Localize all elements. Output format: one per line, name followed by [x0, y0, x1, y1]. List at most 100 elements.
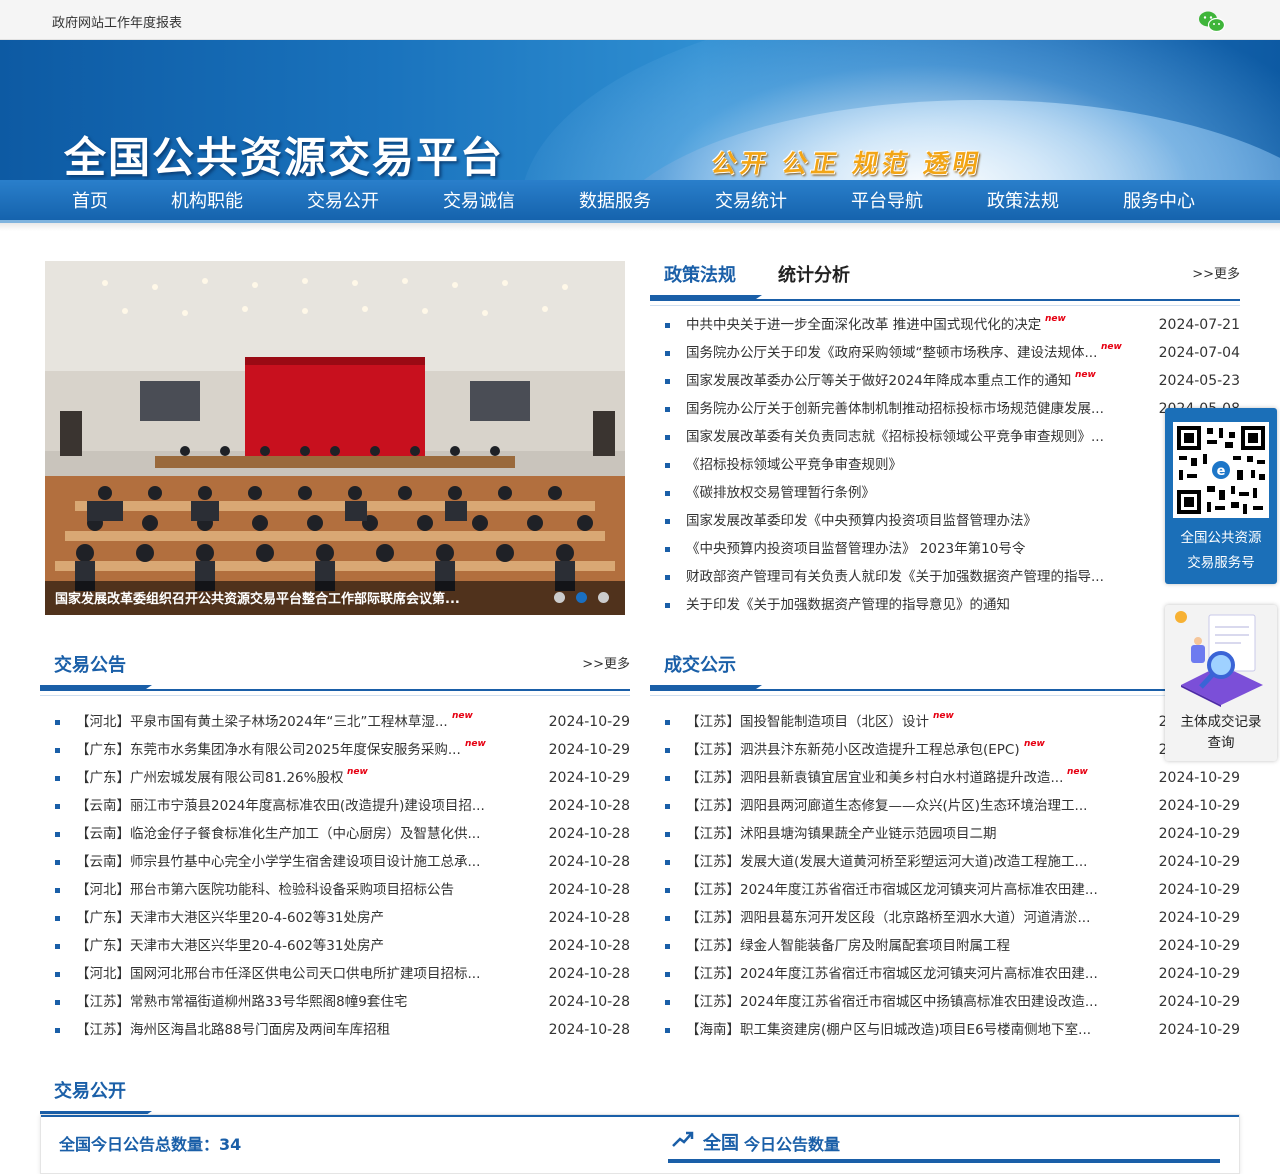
list-item-title[interactable]: 《招标投标领域公平竞争审查规则》 [686, 451, 902, 479]
list-item[interactable]: 国家发展改革委办公厅等关于做好2024年降成本重点工作的通知 new 2024-05… [665, 367, 1240, 395]
list-item-title[interactable]: 【江苏】海州区海昌北路88号门面房及两间车库招租 [76, 1016, 390, 1044]
annual-report-link[interactable]: 政府网站工作年度报表 [52, 12, 182, 31]
list-item-title[interactable]: 【云南】丽江市宁蒗县2024年度高标准农田(改造提升)建设项目招... [76, 792, 485, 820]
list-item-date: 2024-10-29 [1158, 798, 1240, 814]
bullet-icon [665, 407, 670, 412]
list-item[interactable]: 【云南】临沧金仔子餐食标准化生产加工（中心厨房）及智慧化供... 2024-10-… [55, 820, 630, 848]
list-item[interactable]: 国务院办公厅关于创新完善体制机制推动招标投标市场规范健康发展...2024-05… [665, 395, 1240, 423]
list-item[interactable]: 国家发展改革委印发《中央预算内投资项目监督管理办法》 [665, 507, 1240, 535]
nav-item-navigation[interactable]: 平台导航 [851, 180, 923, 223]
list-item-title[interactable]: 【广东】天津市大港区兴华里20-4-602等31处房产 [76, 904, 384, 932]
list-item[interactable]: 财政部资产管理司有关负责人就印发《关于加强数据资产管理的指导... [665, 563, 1240, 591]
list-item-title[interactable]: 国家发展改革委办公厅等关于做好2024年降成本重点工作的通知 [686, 367, 1071, 395]
list-item-title[interactable]: 【江苏】泗阳县两河廊道生态修复——众兴(片区)生态环境治理工... [686, 792, 1087, 820]
nav-item-home[interactable]: 首页 [72, 180, 108, 223]
float-record-panel[interactable]: 主体成交记录 查询 [1165, 605, 1277, 761]
list-item[interactable]: 【江苏】泗洪县汴东新苑小区改造提升工程总承包(EPC)new2024-10-29 [665, 736, 1240, 764]
list-item[interactable]: 【河北】邢台市第六医院功能科、检验科设备采购项目招标公告 2024-10-28 [55, 876, 630, 904]
list-item-title[interactable]: 【江苏】国投智能制造项目（北区）设计 [686, 708, 929, 736]
nav-item-trade-open[interactable]: 交易公开 [307, 180, 379, 223]
list-item[interactable]: 《招标投标领域公平竞争审查规则》 [665, 451, 1240, 479]
list-item-title[interactable]: 【海南】职工集资建房(棚户区与旧城改造)项目E6号楼南侧地下室... [686, 1016, 1091, 1044]
list-item-title[interactable]: 【江苏】发展大道(发展大道黄河桥至彩塑运河大道)改造工程施工... [686, 848, 1087, 876]
list-item[interactable]: 【广东】天津市大港区兴华里20-4-602等31处房产 2024-10-28 [55, 904, 630, 932]
list-item-title[interactable]: 【云南】临沧金仔子餐食标准化生产加工（中心厨房）及智慧化供... [76, 820, 480, 848]
list-item[interactable]: 【河北】国网河北邢台市任泽区供电公司天口供电所扩建项目招标... 2024-10-… [55, 960, 630, 988]
policy-more-link[interactable]: >>更多 [1192, 263, 1240, 282]
list-item-title[interactable]: 【江苏】常熟市常福街道柳州路33号华熙阁8幢9套住宅 [76, 988, 407, 1016]
notice-more-link[interactable]: >>更多 [582, 653, 630, 672]
scope-national[interactable]: 全国 [703, 1129, 739, 1155]
slider-dot-1[interactable] [554, 592, 565, 603]
list-item[interactable]: 《碳排放权交易管理暂行条例》 [665, 479, 1240, 507]
list-item[interactable]: 【江苏】2024年度江苏省宿迁市宿城区龙河镇夹河片高标准农田建... 2024-1… [665, 960, 1240, 988]
list-item[interactable]: 【江苏】泗阳县两河廊道生态修复——众兴(片区)生态环境治理工... 2024-10… [665, 792, 1240, 820]
list-item[interactable]: 【云南】师宗县竹基中心完全小学学生宿舍建设项目设计施工总承... 2024-10-… [55, 848, 630, 876]
list-item[interactable]: 关于印发《关于加强数据资产管理的指导意见》的通知 [665, 591, 1240, 619]
list-item[interactable]: 【江苏】沭阳县塘沟镇果蔬全产业链示范园项目二期 2024-10-29 [665, 820, 1240, 848]
list-item[interactable]: 国家发展改革委有关负责同志就《招标投标领域公平竞争审查规则》... [665, 423, 1240, 451]
list-item-title[interactable]: 【广东】天津市大港区兴华里20-4-602等31处房产 [76, 932, 384, 960]
wechat-icon[interactable] [1198, 10, 1226, 34]
nav-item-functions[interactable]: 机构职能 [171, 180, 243, 223]
list-item-title[interactable]: 国务院办公厅关于创新完善体制机制推动招标投标市场规范健康发展... [686, 395, 1104, 423]
news-slider[interactable]: 国家发展改革委组织召开公共资源交易平台整合工作部际联席会议第... [45, 261, 625, 615]
list-item[interactable]: 【海南】职工集资建房(棚户区与旧城改造)项目E6号楼南侧地下室... 2024-1… [665, 1016, 1240, 1044]
list-item[interactable]: 【广东】东莞市水务集团净水有限公司2025年度保安服务采购... new 2024-… [55, 736, 630, 764]
list-item-title[interactable]: 【江苏】2024年度江苏省宿迁市宿城区龙河镇夹河片高标准农田建... [686, 960, 1098, 988]
list-item-title[interactable]: 【江苏】泗阳县葛东河开发区段（北京路桥至泗水大道）河道清淤... [686, 904, 1090, 932]
list-item[interactable]: 【广东】广州宏城发展有限公司81.26%股权 new 2024-10-29 [55, 764, 630, 792]
list-item-title[interactable]: 财政部资产管理司有关负责人就印发《关于加强数据资产管理的指导... [686, 563, 1104, 591]
list-item[interactable]: 国务院办公厅关于印发《政府采购领域“整顿市场秩序、建设法规体... new 2024… [665, 339, 1240, 367]
svg-text:e: e [1217, 464, 1226, 479]
list-item[interactable]: 【江苏】常熟市常福街道柳州路33号华熙阁8幢9套住宅 2024-10-28 [55, 988, 630, 1016]
list-item-title[interactable]: 中共中央关于进一步全面深化改革 推进中国式现代化的决定 [686, 311, 1041, 339]
list-item-title[interactable]: 关于印发《关于加强数据资产管理的指导意见》的通知 [686, 591, 1010, 619]
list-item[interactable]: 【江苏】发展大道(发展大道黄河桥至彩塑运河大道)改造工程施工... 2024-10… [665, 848, 1240, 876]
list-item-title[interactable]: 【江苏】2024年度江苏省宿迁市宿城区中扬镇高标准农田建设改造... [686, 988, 1098, 1016]
bullet-icon [665, 323, 670, 328]
slider-dot-3[interactable] [598, 592, 609, 603]
list-item-title[interactable]: 【江苏】泗洪县汴东新苑小区改造提升工程总承包(EPC) [686, 736, 1020, 764]
list-item-title[interactable]: 【江苏】泗阳县新袁镇宜居宜业和美乡村白水村道路提升改造... [686, 764, 1063, 792]
list-item-title[interactable]: 【河北】平泉市国有黄土梁子林场2024年“三北”工程林草湿... [76, 708, 448, 736]
list-item[interactable]: 中共中央关于进一步全面深化改革 推进中国式现代化的决定 new 2024-07-21 [665, 311, 1240, 339]
bullet-icon [55, 916, 60, 921]
list-item-title[interactable]: 【江苏】2024年度江苏省宿迁市宿城区龙河镇夹河片高标准农田建... [686, 876, 1098, 904]
list-item-title[interactable]: 【河北】邢台市第六医院功能科、检验科设备采购项目招标公告 [76, 876, 454, 904]
tab-policy[interactable]: 政策法规 [664, 261, 736, 287]
nav-item-credit[interactable]: 交易诚信 [443, 180, 515, 223]
tab-statistics[interactable]: 统计分析 [778, 261, 850, 287]
list-item[interactable]: 【江苏】国投智能制造项目（北区）设计new2024-10-29 [665, 708, 1240, 736]
list-item[interactable]: 【江苏】绿金人智能装备厂房及附属配套项目附属工程 2024-10-29 [665, 932, 1240, 960]
list-item[interactable]: 【江苏】2024年度江苏省宿迁市宿城区中扬镇高标准农田建设改造... 2024-1… [665, 988, 1240, 1016]
nav-item-data[interactable]: 数据服务 [579, 180, 651, 223]
list-item[interactable]: 【江苏】泗阳县新袁镇宜居宜业和美乡村白水村道路提升改造... new 2024-10… [665, 764, 1240, 792]
nav-item-policy[interactable]: 政策法规 [987, 180, 1059, 223]
slider-caption[interactable]: 国家发展改革委组织召开公共资源交易平台整合工作部际联席会议第... [55, 588, 495, 607]
list-item[interactable]: 【江苏】海州区海昌北路88号门面房及两间车库招租 2024-10-28 [55, 1016, 630, 1044]
list-item-date: 2024-10-28 [548, 1022, 630, 1038]
list-item[interactable]: 【江苏】2024年度江苏省宿迁市宿城区龙河镇夹河片高标准农田建... 2024-1… [665, 876, 1240, 904]
list-item-title[interactable]: 国家发展改革委有关负责同志就《招标投标领域公平竞争审查规则》... [686, 423, 1104, 451]
list-item-title[interactable]: 【江苏】绿金人智能装备厂房及附属配套项目附属工程 [686, 932, 1010, 960]
list-item[interactable]: 【河北】平泉市国有黄土梁子林场2024年“三北”工程林草湿... new 2024-… [55, 708, 630, 736]
list-item-date: 2024-07-21 [1158, 317, 1240, 333]
list-item-title[interactable]: 《中央预算内投资项目监督管理办法》 2023年第10号令 [686, 535, 1025, 563]
slider-dot-2[interactable] [576, 592, 587, 603]
list-item[interactable]: 【广东】天津市大港区兴华里20-4-602等31处房产 2024-10-28 [55, 932, 630, 960]
list-item[interactable]: 《中央预算内投资项目监督管理办法》 2023年第10号令 [665, 535, 1240, 563]
nav-item-stats[interactable]: 交易统计 [715, 180, 787, 223]
nav-item-service[interactable]: 服务中心 [1123, 180, 1195, 223]
list-item-title[interactable]: 国务院办公厅关于印发《政府采购领域“整顿市场秩序、建设法规体... [686, 339, 1097, 367]
list-item-title[interactable]: 【广东】广州宏城发展有限公司81.26%股权 [76, 764, 343, 792]
list-item-title[interactable]: 【云南】师宗县竹基中心完全小学学生宿舍建设项目设计施工总承... [76, 848, 480, 876]
list-item-title[interactable]: 国家发展改革委印发《中央预算内投资项目监督管理办法》 [686, 507, 1037, 535]
list-item-title[interactable]: 【河北】国网河北邢台市任泽区供电公司天口供电所扩建项目招标... [76, 960, 480, 988]
list-item[interactable]: 【江苏】泗阳县葛东河开发区段（北京路桥至泗水大道）河道清淤... 2024-10-… [665, 904, 1240, 932]
float-qr-panel[interactable]: e 全国公共资源 交易服务号 [1165, 408, 1277, 584]
list-item-title[interactable]: 【广东】东莞市水务集团净水有限公司2025年度保安服务采购... [76, 736, 461, 764]
list-item-title[interactable]: 《碳排放权交易管理暂行条例》 [686, 479, 875, 507]
list-item[interactable]: 【云南】丽江市宁蒗县2024年度高标准农田(改造提升)建设项目招... 2024-… [55, 792, 630, 820]
list-item-title[interactable]: 【江苏】沭阳县塘沟镇果蔬全产业链示范园项目二期 [686, 820, 997, 848]
